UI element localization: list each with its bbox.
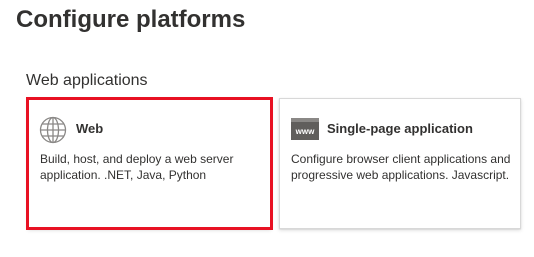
card-title: Web [76, 121, 104, 136]
platform-card-single-page-application[interactable]: www Single-page application Configure br… [279, 98, 521, 229]
www-icon-text: www [295, 127, 315, 136]
www-browser-icon: www [291, 118, 319, 140]
platform-card-web[interactable]: Web Build, host, and deploy a web server… [28, 98, 271, 229]
section-heading: Web applications [26, 72, 148, 89]
card-description: Build, host, and deploy a web server app… [40, 152, 234, 182]
page-title: Configure platforms [16, 6, 246, 33]
card-description: Configure browser client applications an… [291, 152, 511, 182]
globe-icon [39, 116, 67, 144]
card-title: Single-page application [327, 121, 473, 136]
